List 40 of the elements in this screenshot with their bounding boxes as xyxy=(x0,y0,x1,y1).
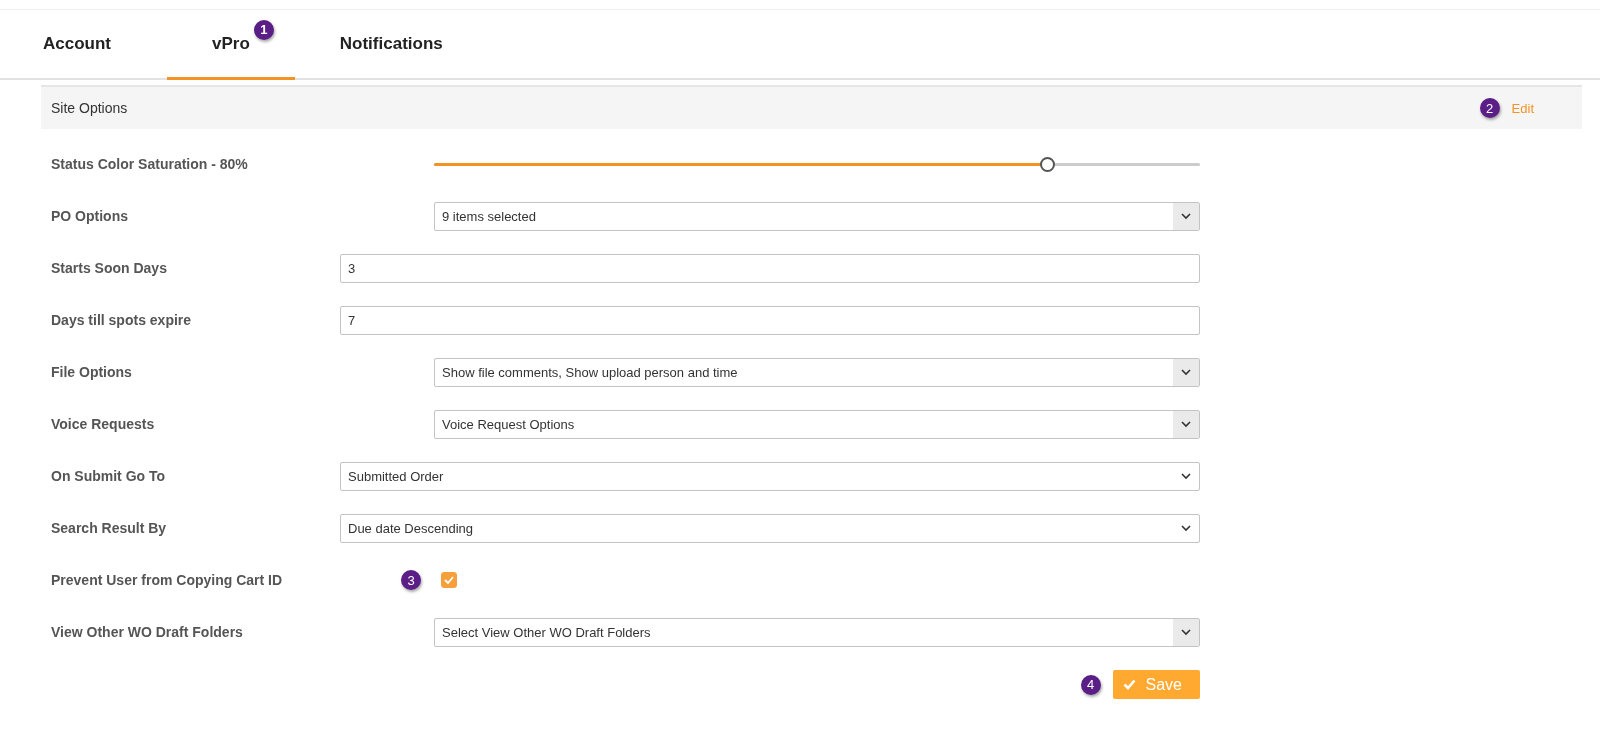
field-label: View Other WO Draft Folders xyxy=(50,624,244,640)
field-label: On Submit Go To xyxy=(50,468,167,484)
dropdown-toggle[interactable] xyxy=(1173,618,1199,646)
step-badge: 3 xyxy=(401,570,421,590)
input-field[interactable]: 7 xyxy=(340,305,1200,335)
multiselect-dropdown[interactable]: 9 items selected xyxy=(434,201,1200,231)
chevron-down-icon xyxy=(1180,472,1192,480)
multiselect-dropdown[interactable]: Show file comments, Show upload person and time xyxy=(434,357,1200,387)
field-label: File Options xyxy=(50,364,133,380)
section-title: Site Options xyxy=(51,100,128,116)
dropdown-toggle[interactable] xyxy=(1173,358,1199,386)
step-badge: 1 xyxy=(253,19,274,40)
field-label: Prevent User from Copying Cart ID xyxy=(50,572,284,588)
field-label: PO Options xyxy=(50,208,129,224)
dropdown-toggle[interactable] xyxy=(1173,410,1199,438)
field-label: Days till spots expire xyxy=(50,312,193,328)
select-dropdown[interactable]: Submitted Order xyxy=(340,461,1200,491)
field-label: Search Result By xyxy=(50,520,168,536)
chevron-down-icon xyxy=(1180,524,1192,532)
chevron-down-icon xyxy=(1180,368,1192,376)
slider-thumb[interactable] xyxy=(1039,156,1055,172)
chevron-down-icon xyxy=(1180,212,1192,220)
tab[interactable]: Account xyxy=(0,10,167,80)
input-field[interactable]: 3 xyxy=(340,253,1200,283)
check-icon xyxy=(1122,679,1136,690)
check-icon xyxy=(444,576,454,584)
checkbox[interactable] xyxy=(441,572,457,588)
field-label: Voice Requests xyxy=(50,416,156,432)
chevron-down-icon xyxy=(1180,420,1192,428)
multiselect-dropdown[interactable]: Voice Request Options xyxy=(434,409,1200,439)
chevron-down-icon xyxy=(1180,628,1192,636)
dropdown-toggle[interactable] xyxy=(1173,202,1199,230)
multiselect-dropdown[interactable]: Select View Other WO Draft Folders xyxy=(434,617,1200,647)
tab[interactable]: vPro 1 xyxy=(167,10,295,80)
step-badge: 2 xyxy=(1479,98,1500,118)
field-label: Starts Soon Days xyxy=(50,260,168,276)
tab[interactable]: Notifications xyxy=(294,10,488,80)
step-badge: 4 xyxy=(1080,674,1101,695)
field-label: Status Color Saturation - 80% xyxy=(50,156,249,172)
select-dropdown[interactable]: Due date Descending xyxy=(340,513,1200,543)
